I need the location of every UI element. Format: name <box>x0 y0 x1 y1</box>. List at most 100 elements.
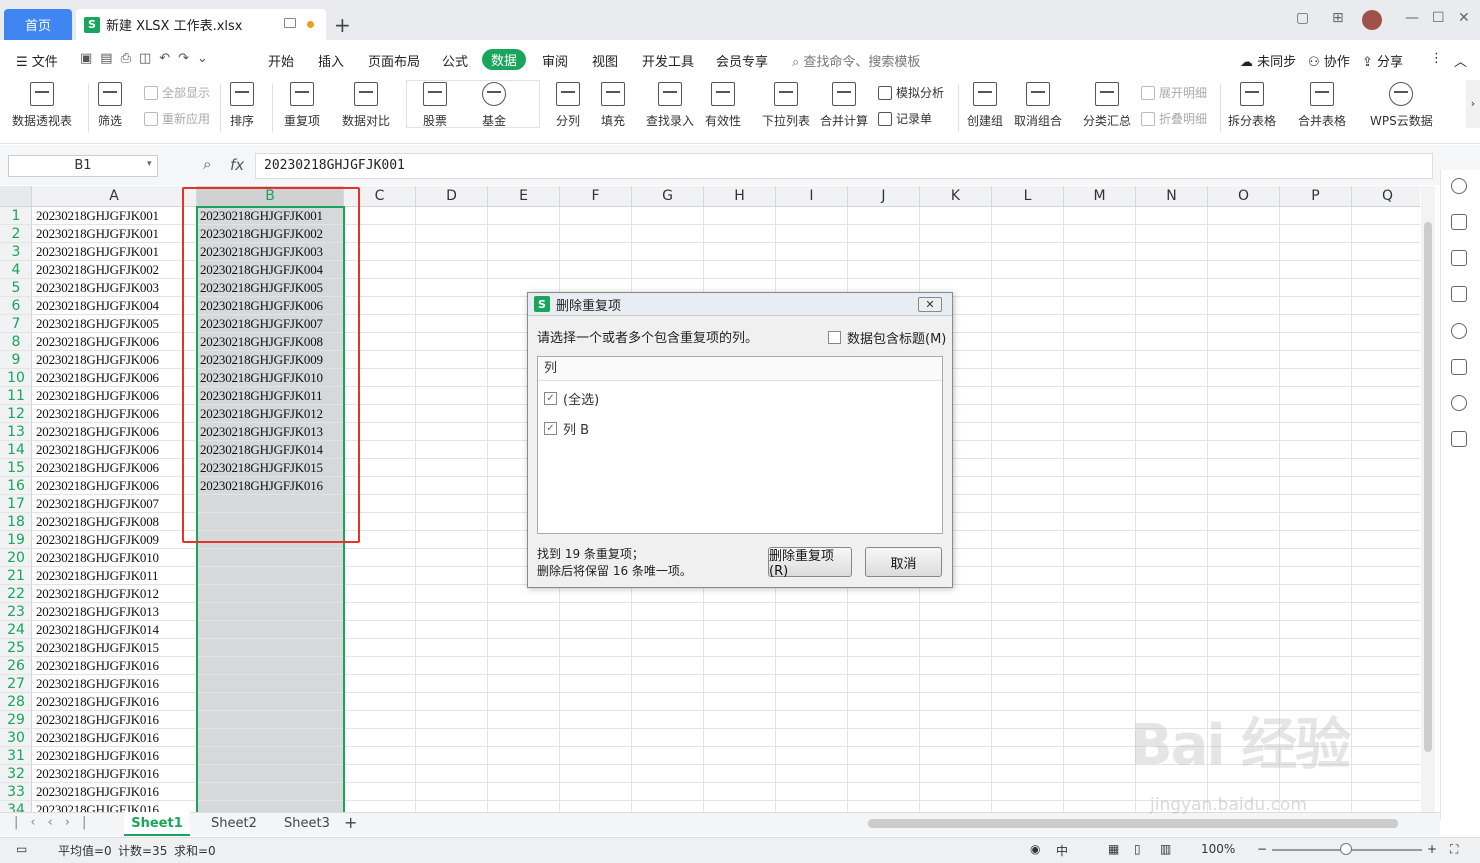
cell-a33[interactable]: 20230218GHJGFJK016 <box>33 783 196 801</box>
cell-a30[interactable]: 20230218GHJGFJK016 <box>33 729 196 747</box>
row-header-17[interactable]: 17 <box>0 495 32 513</box>
zoom-in-button[interactable]: + <box>1427 842 1437 856</box>
menu-view[interactable]: 视图 <box>592 51 618 70</box>
select-all-checkbox[interactable]: ✓ (全选) <box>544 389 599 408</box>
column-header-j[interactable]: J <box>848 186 920 207</box>
row-header-3[interactable]: 3 <box>0 243 32 261</box>
sync-status[interactable]: ☁ 未同步 <box>1240 51 1296 70</box>
cell-a1[interactable]: 20230218GHJGFJK001 <box>33 207 196 225</box>
row-header-9[interactable]: 9 <box>0 351 32 369</box>
column-header-q[interactable]: Q <box>1352 186 1420 207</box>
cell-a20[interactable]: 20230218GHJGFJK010 <box>33 549 196 567</box>
zoom-slider-handle[interactable] <box>1340 843 1352 855</box>
cell-a15[interactable]: 20230218GHJGFJK006 <box>33 459 196 477</box>
cell-a5[interactable]: 20230218GHJGFJK003 <box>33 279 196 297</box>
row-header-26[interactable]: 26 <box>0 657 32 675</box>
collapse-ribbon-icon[interactable]: ︿ <box>1454 51 1467 70</box>
column-b-checkbox[interactable]: ✓ 列 B <box>544 419 589 438</box>
cell-a24[interactable]: 20230218GHJGFJK014 <box>33 621 196 639</box>
row-header-24[interactable]: 24 <box>0 621 32 639</box>
subtotal-button[interactable]: 分类汇总 <box>1083 82 1131 129</box>
cell-a4[interactable]: 20230218GHJGFJK002 <box>33 261 196 279</box>
column-header-e[interactable]: E <box>488 186 560 207</box>
column-header-g[interactable]: G <box>632 186 704 207</box>
eye-protect-icon[interactable]: ◉ <box>1030 842 1040 856</box>
cancel-button[interactable]: 取消 <box>865 547 942 577</box>
cell-a18[interactable]: 20230218GHJGFJK008 <box>33 513 196 531</box>
column-header-d[interactable]: D <box>416 186 488 207</box>
row-header-2[interactable]: 2 <box>0 225 32 243</box>
fill-button[interactable]: 填充 <box>601 82 625 129</box>
pointer-icon[interactable] <box>1451 214 1467 230</box>
column-header-l[interactable]: L <box>992 186 1064 207</box>
sliders-icon[interactable] <box>1451 250 1467 266</box>
column-header-p[interactable]: P <box>1280 186 1352 207</box>
column-header-m[interactable]: M <box>1064 186 1136 207</box>
row-header-11[interactable]: 11 <box>0 387 32 405</box>
screen-icon[interactable]: ▭ <box>16 842 27 856</box>
sort-button[interactable]: 排序 <box>230 82 254 129</box>
cell-a25[interactable]: 20230218GHJGFJK015 <box>33 639 196 657</box>
rocket-icon[interactable] <box>1451 178 1467 194</box>
collapse-detail-button[interactable]: 折叠明细 <box>1141 110 1207 127</box>
page-view-icon[interactable]: ▯ <box>1134 842 1141 856</box>
row-header-34[interactable]: 34 <box>0 801 32 812</box>
cell-a28[interactable]: 20230218GHJGFJK016 <box>33 693 196 711</box>
merge-table-button[interactable]: 合并表格 <box>1298 82 1346 129</box>
row-header-12[interactable]: 12 <box>0 405 32 423</box>
share-button[interactable]: ⇪ 分享 <box>1362 51 1403 70</box>
dropdown-list-button[interactable]: 下拉列表 <box>762 82 810 129</box>
dialog-close-button[interactable]: ✕ <box>918 297 942 312</box>
sheet-nav-icons[interactable]: |‹‹›| <box>14 815 98 830</box>
input-method-icon[interactable]: 中 <box>1056 842 1068 859</box>
more-icon[interactable]: ⋮ <box>1430 51 1443 66</box>
menu-start[interactable]: 开始 <box>268 51 294 70</box>
cell-a31[interactable]: 20230218GHJGFJK016 <box>33 747 196 765</box>
cell-a10[interactable]: 20230218GHJGFJK006 <box>33 369 196 387</box>
row-header-23[interactable]: 23 <box>0 603 32 621</box>
normal-view-icon[interactable]: ▦ <box>1108 842 1119 856</box>
zoom-out-button[interactable]: − <box>1257 842 1267 856</box>
stock-button[interactable]: 股票 <box>423 82 447 129</box>
image-edit-icon[interactable] <box>1451 359 1467 375</box>
menu-review[interactable]: 审阅 <box>542 51 568 70</box>
delete-duplicates-button[interactable]: 删除重复项(R) <box>768 547 852 579</box>
consolidate-button[interactable]: 合并计算 <box>820 82 868 129</box>
row-header-14[interactable]: 14 <box>0 441 32 459</box>
column-header-o[interactable]: O <box>1208 186 1280 207</box>
sheet-tab-2[interactable]: Sheet2 <box>211 816 257 831</box>
row-header-16[interactable]: 16 <box>0 477 32 495</box>
cell-a12[interactable]: 20230218GHJGFJK006 <box>33 405 196 423</box>
select-all-corner[interactable] <box>0 186 32 207</box>
cell-a7[interactable]: 20230218GHJGFJK005 <box>33 315 196 333</box>
page-break-view-icon[interactable]: ▥ <box>1160 842 1171 856</box>
close-icon[interactable]: ✕ <box>1458 10 1470 26</box>
cell-a34[interactable]: 20230218GHJGFJK016 <box>33 801 196 812</box>
column-header-f[interactable]: F <box>560 186 632 207</box>
cell-a32[interactable]: 20230218GHJGFJK016 <box>33 765 196 783</box>
cell-a6[interactable]: 20230218GHJGFJK004 <box>33 297 196 315</box>
help-icon[interactable] <box>1451 323 1467 339</box>
pivot-table-button[interactable]: 数据透视表 <box>12 82 72 129</box>
data-compare-button[interactable]: 数据对比 <box>342 82 390 129</box>
simulate-button[interactable]: 模拟分析 <box>878 84 944 101</box>
cell-a11[interactable]: 20230218GHJGFJK006 <box>33 387 196 405</box>
cell-a2[interactable]: 20230218GHJGFJK001 <box>33 225 196 243</box>
row-header-15[interactable]: 15 <box>0 459 32 477</box>
record-button[interactable]: 记录单 <box>878 110 932 127</box>
command-search[interactable]: ⌕ 查找命令、搜索模板 <box>792 51 920 70</box>
sheet-tab-1[interactable]: Sheet1 <box>124 812 190 836</box>
row-header-5[interactable]: 5 <box>0 279 32 297</box>
cell-a14[interactable]: 20230218GHJGFJK006 <box>33 441 196 459</box>
new-tab-button[interactable]: + <box>334 13 351 37</box>
location-icon[interactable] <box>1451 395 1467 411</box>
wps-cloud-data-button[interactable]: WPS云数据 <box>1370 82 1433 129</box>
fullscreen-icon[interactable]: ⛶ <box>1450 842 1458 857</box>
add-sheet-button[interactable]: + <box>344 813 357 832</box>
name-box-dropdown-icon[interactable]: ▾ <box>147 159 152 169</box>
tab-document[interactable]: S 新建 XLSX 工作表.xlsx <box>76 9 326 40</box>
transfer-icon[interactable] <box>1451 286 1467 302</box>
row-header-19[interactable]: 19 <box>0 531 32 549</box>
cell-a23[interactable]: 20230218GHJGFJK013 <box>33 603 196 621</box>
menu-insert[interactable]: 插入 <box>318 51 344 70</box>
